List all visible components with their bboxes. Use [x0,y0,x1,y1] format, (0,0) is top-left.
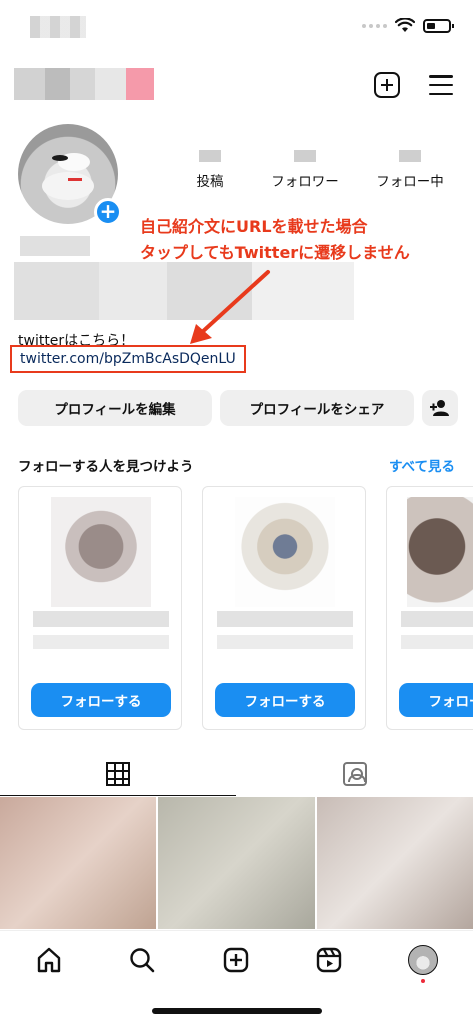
nav-search[interactable] [125,943,159,977]
suggestion-sub-blurred [33,635,169,649]
suggestions-title: フォローする人を見つけよう [18,459,194,475]
notification-dot [421,979,425,983]
post-thumbnail[interactable] [316,797,473,929]
tab-posts-grid[interactable] [0,752,236,796]
suggestion-name-blurred [33,611,169,627]
profile-actions: プロフィールを編集 プロフィールをシェア [18,390,458,426]
add-person-icon [430,400,449,416]
profile-avatar-icon [408,945,438,975]
nav-profile[interactable] [406,943,440,983]
suggestion-avatar-blurred [235,497,335,607]
suggestion-card[interactable]: フォローする [18,486,182,730]
nav-reels[interactable] [312,943,346,977]
follow-button[interactable]: フォローする [215,683,355,717]
profile-tabs [0,752,473,796]
home-indicator [152,1008,322,1014]
suggestion-avatar-blurred [51,497,151,607]
bio-link[interactable]: twitter.com/bpZmBcAsDQenLU [10,345,246,373]
suggestion-sub-blurred [217,635,353,649]
tagged-icon [343,762,367,786]
grid-icon [106,761,130,786]
post-thumbnail[interactable] [0,797,157,929]
suggestion-cards: フォローする フォローする フォローする [18,486,473,732]
suggestion-card[interactable]: フォローする [386,486,473,730]
nav-home[interactable] [32,943,66,977]
follow-button[interactable]: フォローする [399,683,473,717]
see-all-link[interactable]: すべて見る [389,455,455,475]
home-icon [37,947,61,973]
create-icon [223,947,249,973]
edit-profile-button[interactable]: プロフィールを編集 [18,390,212,426]
follow-button[interactable]: フォローする [31,683,171,717]
suggestion-card[interactable]: フォローする [202,486,366,730]
tab-tagged[interactable] [237,752,473,796]
discover-people-button[interactable] [422,390,458,426]
suggestion-name-blurred [401,611,473,627]
reels-icon [316,947,342,973]
post-thumbnail[interactable] [158,797,315,929]
bottom-nav [0,930,473,990]
search-icon [130,948,155,973]
share-profile-button[interactable]: プロフィールをシェア [220,390,414,426]
suggestion-avatar-blurred [407,497,473,607]
suggestion-sub-blurred [401,635,473,649]
suggestion-name-blurred [217,611,353,627]
nav-create[interactable] [219,943,253,977]
posts-grid [0,797,473,929]
